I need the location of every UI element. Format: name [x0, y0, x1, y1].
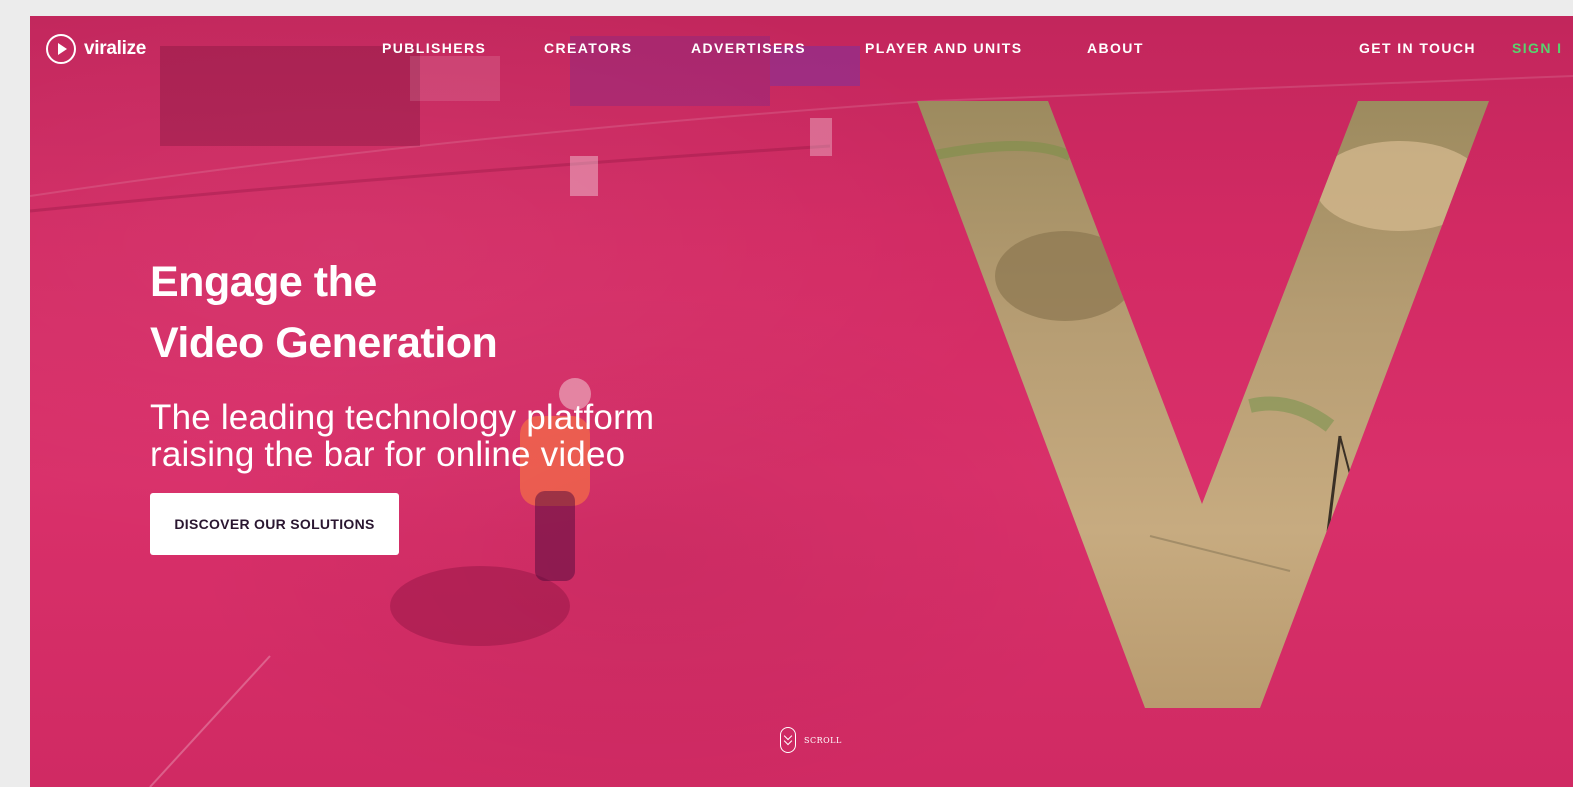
- scroll-indicator[interactable]: SCROLL: [780, 727, 842, 753]
- nav-item-publishers[interactable]: PUBLISHERS: [382, 40, 486, 56]
- nav-item-advertisers[interactable]: ADVERTISERS: [691, 40, 806, 56]
- play-circle-icon: [46, 34, 76, 64]
- nav-item-creators[interactable]: CREATORS: [544, 40, 632, 56]
- hero-headline: Engage the Video Generation: [150, 252, 498, 374]
- hero-subheading-line-1: The leading technology platform: [150, 398, 655, 437]
- scroll-down-icon: [780, 727, 796, 753]
- scroll-label: SCROLL: [804, 735, 842, 745]
- hero-headline-line-2: Video Generation: [150, 319, 498, 367]
- nav-item-about[interactable]: ABOUT: [1087, 40, 1144, 56]
- brand-name: viralize: [84, 38, 147, 59]
- get-in-touch-link[interactable]: GET IN TOUCH: [1359, 40, 1476, 56]
- sign-in-link[interactable]: SIGN I: [1512, 40, 1562, 56]
- nav-item-player-and-units[interactable]: PLAYER AND UNITS: [865, 40, 1023, 56]
- hero-subheading: The leading technology platform raising …: [150, 399, 654, 473]
- hero-headline-line-1: Engage the: [150, 258, 377, 306]
- brand-logo[interactable]: viralize: [46, 33, 146, 65]
- hero-section: viralize PUBLISHERS CREATORS ADVERTISERS…: [30, 16, 1573, 787]
- discover-solutions-button[interactable]: DISCOVER OUR SOLUTIONS: [150, 493, 399, 555]
- hero-subheading-line-2: raising the bar for online video: [150, 435, 626, 474]
- top-navigation: viralize PUBLISHERS CREATORS ADVERTISERS…: [30, 16, 1573, 80]
